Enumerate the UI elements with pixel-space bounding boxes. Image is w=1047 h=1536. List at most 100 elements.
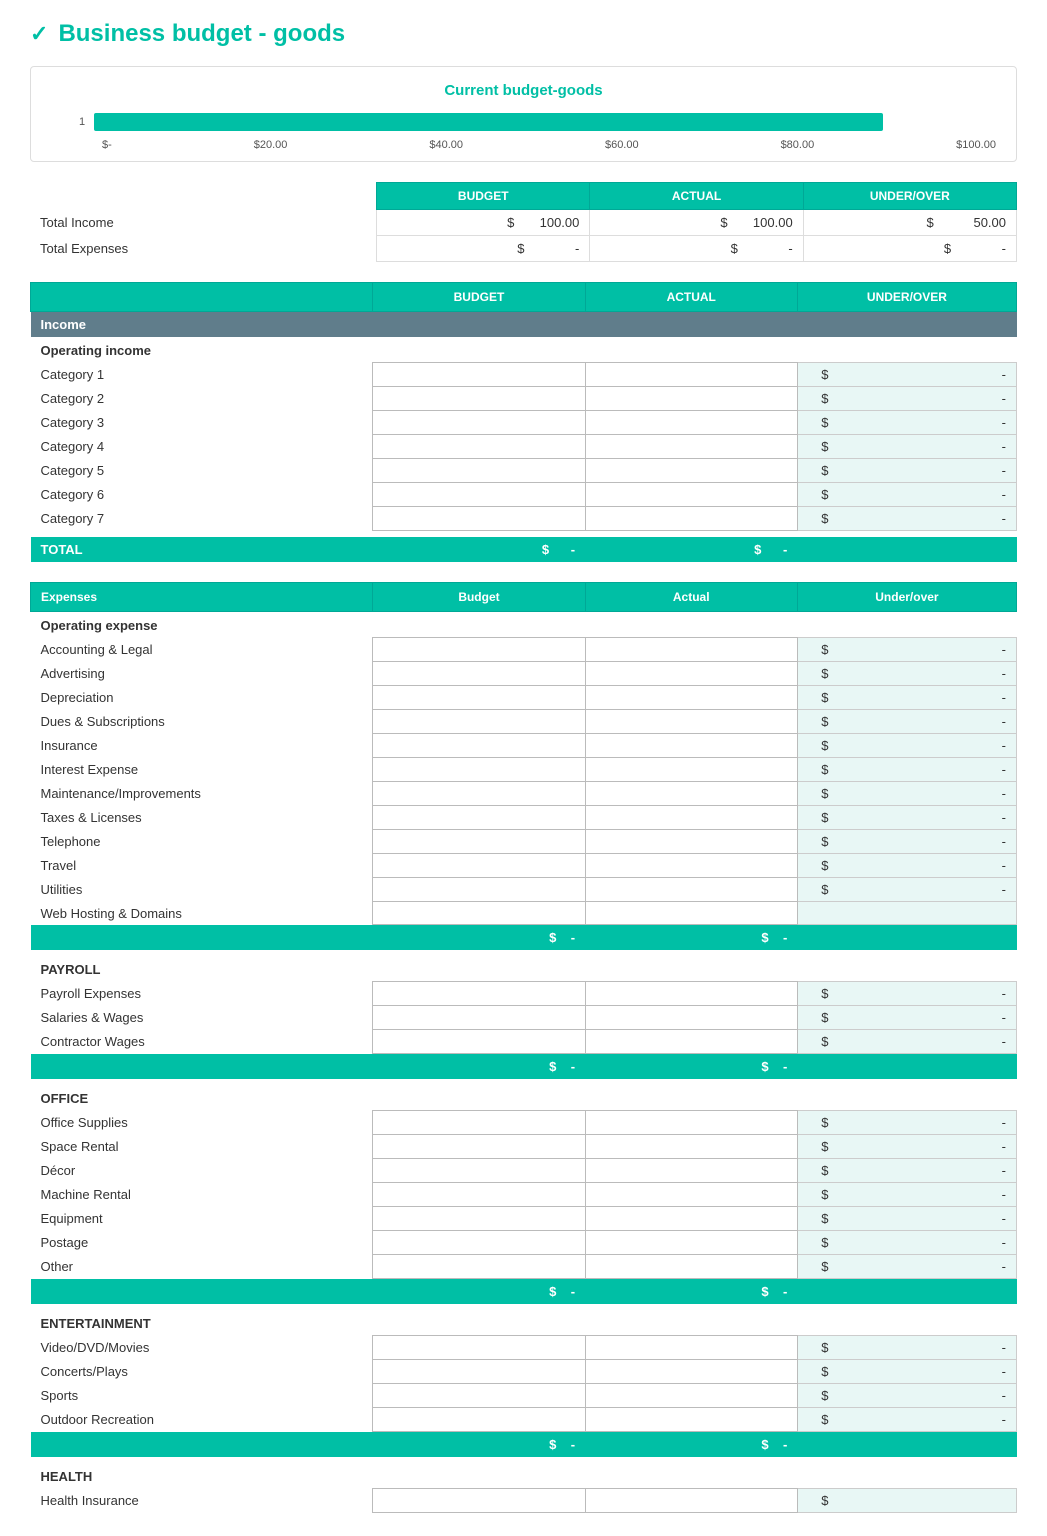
- video-budget[interactable]: [373, 1336, 585, 1360]
- accounting-uo-amount: -: [838, 638, 1016, 662]
- machine-rental-actual[interactable]: [585, 1183, 797, 1207]
- payroll-expenses-budget[interactable]: [373, 982, 585, 1006]
- utilities-actual[interactable]: [585, 878, 797, 902]
- taxes-actual[interactable]: [585, 806, 797, 830]
- cat3-actual-input[interactable]: [585, 411, 797, 435]
- health-insurance-uo-amount: [838, 1489, 1016, 1513]
- outdoor-budget[interactable]: [373, 1408, 585, 1432]
- cat4-uo-amount: -: [838, 435, 1016, 459]
- space-rental-budget[interactable]: [373, 1135, 585, 1159]
- cat4-budget-input[interactable]: [373, 435, 585, 459]
- salaries-budget[interactable]: [373, 1006, 585, 1030]
- summary-expenses-label: Total Expenses: [30, 236, 377, 262]
- concerts-actual[interactable]: [585, 1360, 797, 1384]
- operating-expense-header: Operating expense: [31, 612, 1017, 638]
- cat6-uo-amount: -: [838, 483, 1016, 507]
- cat4-actual-input[interactable]: [585, 435, 797, 459]
- operating-subtotal-actual: $ -: [585, 925, 797, 951]
- space-rental-actual[interactable]: [585, 1135, 797, 1159]
- advertising-actual[interactable]: [585, 662, 797, 686]
- depreciation-budget[interactable]: [373, 686, 585, 710]
- depreciation-actual[interactable]: [585, 686, 797, 710]
- concerts-budget[interactable]: [373, 1360, 585, 1384]
- cat6-budget-input[interactable]: [373, 483, 585, 507]
- accounting-uo-dollar: $: [797, 638, 838, 662]
- decor-budget[interactable]: [373, 1159, 585, 1183]
- x-label-1: $20.00: [254, 139, 288, 151]
- summary-col-underover: UNDER/OVER: [803, 183, 1016, 210]
- cat1-budget-input[interactable]: [373, 363, 585, 387]
- operating-income-label: Operating income: [31, 337, 1017, 363]
- health-insurance-actual[interactable]: [585, 1489, 797, 1513]
- insurance-budget[interactable]: [373, 734, 585, 758]
- maintenance-actual[interactable]: [585, 782, 797, 806]
- sports-label: Sports: [31, 1384, 373, 1408]
- sports-budget[interactable]: [373, 1384, 585, 1408]
- equipment-uo-dollar: $: [797, 1207, 838, 1231]
- income-col-label: [31, 283, 373, 312]
- income-row-cat1: Category 1 $ -: [31, 363, 1017, 387]
- telephone-actual[interactable]: [585, 830, 797, 854]
- utilities-budget[interactable]: [373, 878, 585, 902]
- taxes-budget[interactable]: [373, 806, 585, 830]
- cat2-uo-amount: -: [838, 387, 1016, 411]
- dues-label: Dues & Subscriptions: [31, 710, 373, 734]
- other-actual[interactable]: [585, 1255, 797, 1279]
- machine-rental-budget[interactable]: [373, 1183, 585, 1207]
- salaries-actual[interactable]: [585, 1006, 797, 1030]
- summary-expenses-uo: $ -: [803, 236, 1016, 262]
- dues-actual[interactable]: [585, 710, 797, 734]
- decor-actual[interactable]: [585, 1159, 797, 1183]
- webhosting-budget[interactable]: [373, 902, 585, 925]
- chart-container: Current budget-goods 1 $- $20.00 $40.00 …: [30, 66, 1017, 162]
- maintenance-uo-dollar: $: [797, 782, 838, 806]
- office-supplies-budget[interactable]: [373, 1111, 585, 1135]
- logo-icon: ✓: [30, 21, 48, 47]
- entertainment-subtotal-actual: $ -: [585, 1432, 797, 1458]
- exp-row-sports: Sports $ -: [31, 1384, 1017, 1408]
- cat2-budget-input[interactable]: [373, 387, 585, 411]
- office-supplies-actual[interactable]: [585, 1111, 797, 1135]
- interest-label: Interest Expense: [31, 758, 373, 782]
- webhosting-actual[interactable]: [585, 902, 797, 925]
- travel-budget[interactable]: [373, 854, 585, 878]
- cat6-actual-input[interactable]: [585, 483, 797, 507]
- cat5-actual-input[interactable]: [585, 459, 797, 483]
- summary-col-budget: BUDGET: [377, 183, 590, 210]
- interest-actual[interactable]: [585, 758, 797, 782]
- other-budget[interactable]: [373, 1255, 585, 1279]
- postage-actual[interactable]: [585, 1231, 797, 1255]
- accounting-budget[interactable]: [373, 638, 585, 662]
- payroll-expenses-label: Payroll Expenses: [31, 982, 373, 1006]
- health-insurance-budget[interactable]: [373, 1489, 585, 1513]
- cat3-budget-input[interactable]: [373, 411, 585, 435]
- video-actual[interactable]: [585, 1336, 797, 1360]
- sports-actual[interactable]: [585, 1384, 797, 1408]
- insurance-actual[interactable]: [585, 734, 797, 758]
- cat2-actual-input[interactable]: [585, 387, 797, 411]
- payroll-expenses-actual[interactable]: [585, 982, 797, 1006]
- interest-budget[interactable]: [373, 758, 585, 782]
- health-insurance-label: Health Insurance: [31, 1489, 373, 1513]
- telephone-budget[interactable]: [373, 830, 585, 854]
- maintenance-budget[interactable]: [373, 782, 585, 806]
- cat7-budget-input[interactable]: [373, 507, 585, 531]
- outdoor-label: Outdoor Recreation: [31, 1408, 373, 1432]
- cat1-actual-input[interactable]: [585, 363, 797, 387]
- advertising-budget[interactable]: [373, 662, 585, 686]
- entertainment-subtotal-label: [31, 1432, 373, 1458]
- travel-actual[interactable]: [585, 854, 797, 878]
- outdoor-actual[interactable]: [585, 1408, 797, 1432]
- equipment-budget[interactable]: [373, 1207, 585, 1231]
- dues-budget[interactable]: [373, 710, 585, 734]
- accounting-actual[interactable]: [585, 638, 797, 662]
- summary-col-actual: ACTUAL: [590, 183, 803, 210]
- contractor-budget[interactable]: [373, 1030, 585, 1054]
- operating-subtotal-label: [31, 925, 373, 951]
- cat5-budget-input[interactable]: [373, 459, 585, 483]
- contractor-actual[interactable]: [585, 1030, 797, 1054]
- postage-budget[interactable]: [373, 1231, 585, 1255]
- exp-row-postage: Postage $ -: [31, 1231, 1017, 1255]
- equipment-actual[interactable]: [585, 1207, 797, 1231]
- cat7-actual-input[interactable]: [585, 507, 797, 531]
